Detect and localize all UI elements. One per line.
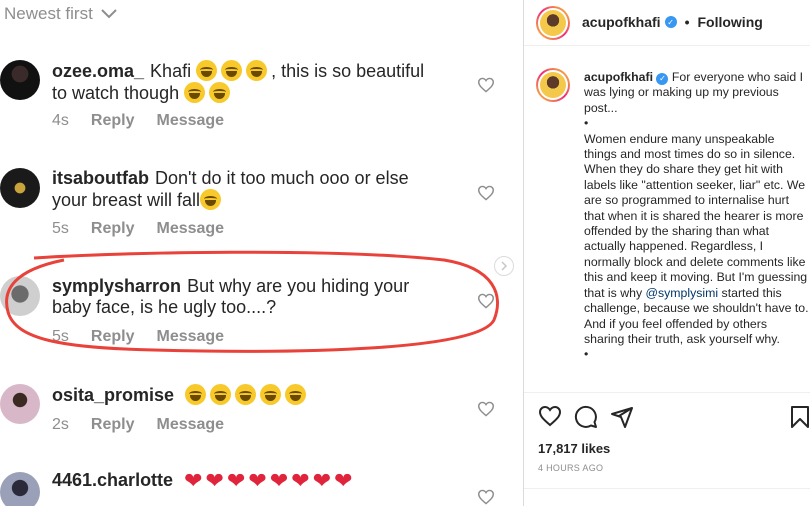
separator-dot: • (684, 14, 690, 30)
comment-body: But why are you hiding your (187, 276, 410, 296)
laughing-emoji-icon (184, 82, 206, 103)
message-button[interactable]: Message (156, 112, 224, 130)
red-heart-emoji-icon: ❤ (248, 468, 267, 493)
reply-button[interactable]: Reply (91, 220, 135, 238)
comment-time: 4s (52, 112, 69, 129)
comment-text: ozee.oma_ Khafi , this is so beautiful to… (52, 60, 424, 104)
avatar[interactable] (0, 472, 40, 506)
post-panel: acupofkhafi ✓ • Following acupofkhafi ✓ … (524, 0, 810, 506)
message-button[interactable]: Message (156, 328, 224, 346)
comment-body: to watch though (52, 83, 180, 103)
laughing-emoji-icon (285, 384, 307, 405)
sort-dropdown[interactable]: Newest first (4, 4, 117, 24)
comments-panel: Newest first ozee.oma_ Khafi , this is so… (0, 0, 523, 506)
comment-meta: 5s Reply Message (52, 220, 224, 238)
comment-body: , this is so beautiful (271, 61, 425, 81)
avatar[interactable] (0, 384, 40, 424)
laughing-emoji-icon (200, 189, 222, 210)
follow-status-button[interactable]: Following (697, 14, 762, 30)
heart-icon[interactable] (477, 401, 495, 417)
likes-count[interactable]: 17,817 likes (538, 441, 610, 456)
laughing-emoji-icon (235, 384, 257, 405)
comment-username[interactable]: ozee.oma_ (52, 61, 144, 81)
red-heart-emoji-icon: ❤ (269, 468, 289, 493)
share-send-icon[interactable] (610, 405, 634, 429)
laughing-emoji-icon (246, 60, 268, 81)
comment-text: symplysharron But why are you hiding your… (52, 276, 409, 318)
laughing-emoji-icon (210, 384, 232, 405)
comment-text: itsaboutfab Don't do it too much ooo or e… (52, 168, 409, 211)
comment-username[interactable]: symplysharron (52, 276, 181, 296)
laughing-emoji-icon (209, 82, 231, 103)
post-caption: acupofkhafi ✓ For everyone who said I wa… (584, 70, 810, 363)
comment-meta: 4s Reply Message (52, 112, 224, 130)
caption-bullet: • (584, 116, 589, 131)
post-timestamp: 4 HOURS AGO (538, 463, 604, 473)
comment-time: 5s (52, 220, 69, 237)
laughing-emoji-icon (221, 60, 243, 81)
message-button[interactable]: Message (156, 416, 224, 434)
comment-text: osita_promise (52, 384, 310, 406)
red-heart-emoji-icon: ❤ (334, 468, 353, 493)
post-header: acupofkhafi ✓ • Following (524, 0, 810, 46)
comment-time: 2s (52, 416, 69, 433)
comment-body: Don't do it too much ooo or else (155, 168, 409, 188)
reply-button[interactable]: Reply (91, 112, 135, 130)
caption-bullet: • (584, 347, 589, 362)
red-heart-emoji-icon: ❤ (312, 468, 332, 493)
red-heart-emoji-icon: ❤ (291, 468, 310, 493)
heart-icon[interactable] (477, 77, 495, 93)
comment-username[interactable]: osita_promise (52, 385, 174, 405)
comment-body: Khafi (150, 61, 192, 81)
header-user: acupofkhafi ✓ • Following (582, 14, 763, 30)
comment-bubble-icon[interactable] (574, 405, 598, 429)
red-heart-emoji-icon: ❤ (184, 468, 203, 493)
heart-icon[interactable] (477, 185, 495, 201)
comment-body: your breast will fall (52, 190, 201, 210)
comment-time: 5s (52, 328, 69, 345)
verified-badge-icon: ✓ (664, 16, 677, 28)
comment-meta: 2s Reply Message (52, 416, 224, 434)
sort-label: Newest first (4, 4, 93, 23)
caption-username[interactable]: acupofkhafi (584, 70, 653, 84)
avatar[interactable] (0, 276, 40, 316)
comment-meta: 5s Reply Message (52, 328, 224, 346)
reply-button[interactable]: Reply (91, 416, 135, 434)
red-heart-emoji-icon: ❤ (226, 468, 246, 493)
chevron-down-icon (101, 9, 117, 19)
heart-icon[interactable] (477, 293, 495, 309)
next-arrow-button[interactable] (494, 256, 514, 276)
heart-icon[interactable] (477, 489, 495, 505)
red-heart-emoji-icon: ❤ (205, 468, 224, 493)
avatar[interactable] (536, 6, 570, 40)
laughing-emoji-icon (260, 384, 282, 405)
message-button[interactable]: Message (156, 220, 224, 238)
reply-button[interactable]: Reply (91, 328, 135, 346)
chevron-right-icon (501, 261, 508, 271)
avatar[interactable] (0, 168, 40, 208)
mention-link[interactable]: @symplysimi (646, 286, 719, 300)
comment-username[interactable]: 4461.charlotte (52, 470, 173, 490)
verified-badge-icon: ✓ (656, 72, 669, 85)
comment-text: 4461.charlotte ❤ ❤ ❤ ❤ ❤ ❤ ❤ ❤ (52, 468, 356, 493)
avatar[interactable] (536, 68, 570, 102)
like-heart-icon[interactable] (538, 405, 562, 427)
laughing-emoji-icon (185, 384, 207, 405)
header-username[interactable]: acupofkhafi (582, 14, 661, 30)
caption-text: Women endure many unspeakable things and… (584, 131, 808, 300)
comment-username[interactable]: itsaboutfab (52, 168, 149, 188)
comment-body: baby face, is he ugly too....? (52, 297, 277, 317)
avatar[interactable] (0, 60, 40, 100)
bookmark-icon[interactable] (790, 405, 810, 429)
laughing-emoji-icon (196, 60, 218, 81)
divider (524, 488, 810, 489)
